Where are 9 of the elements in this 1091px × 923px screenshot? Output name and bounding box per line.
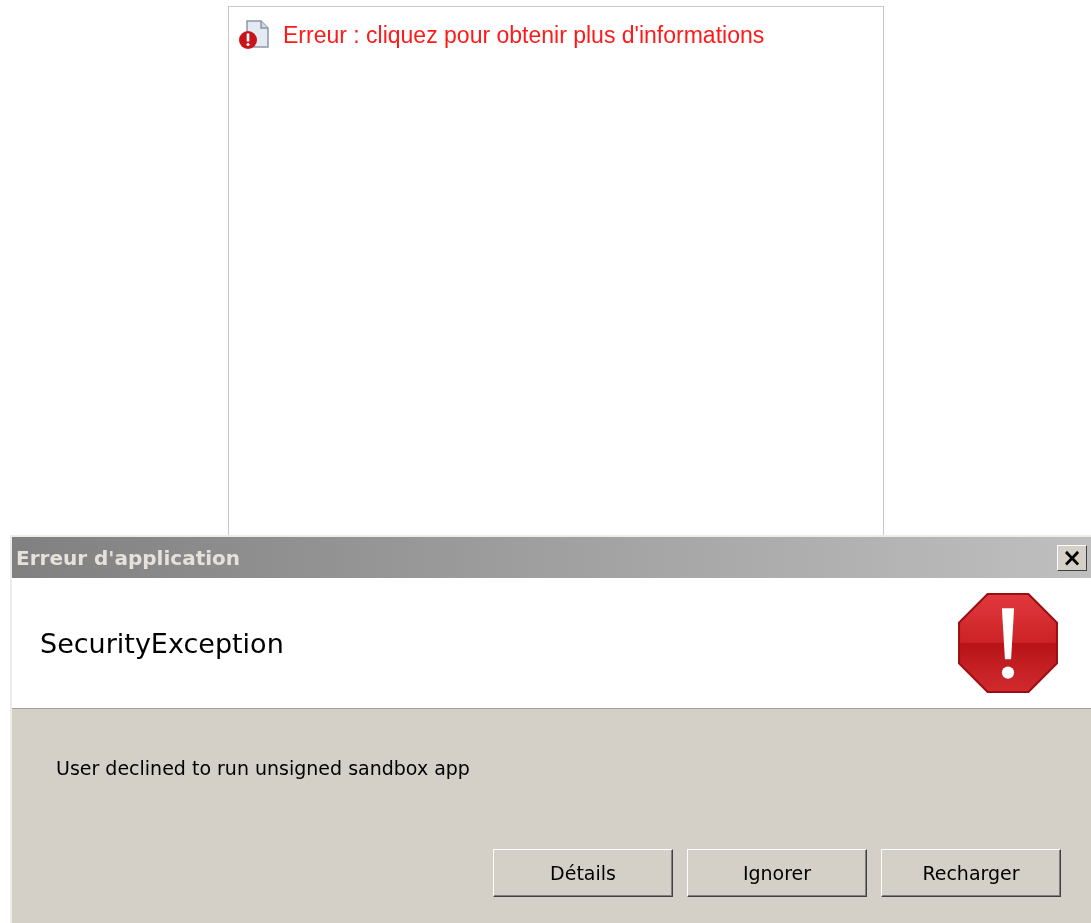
close-button[interactable]: × — [1057, 544, 1087, 571]
exception-heading: SecurityException — [40, 627, 284, 659]
dialog-button[interactable]: Détails — [493, 849, 673, 897]
error-link[interactable]: Erreur : cliquez pour obtenir plus d'informations — [283, 21, 765, 49]
dialog-button[interactable]: Ignorer — [687, 849, 867, 897]
dialog-button[interactable]: Recharger — [881, 849, 1061, 897]
window-title: Erreur d'application — [16, 545, 241, 570]
stop-sign-icon — [957, 592, 1059, 694]
error-message: User declined to run unsigned sandbox app — [56, 757, 471, 779]
